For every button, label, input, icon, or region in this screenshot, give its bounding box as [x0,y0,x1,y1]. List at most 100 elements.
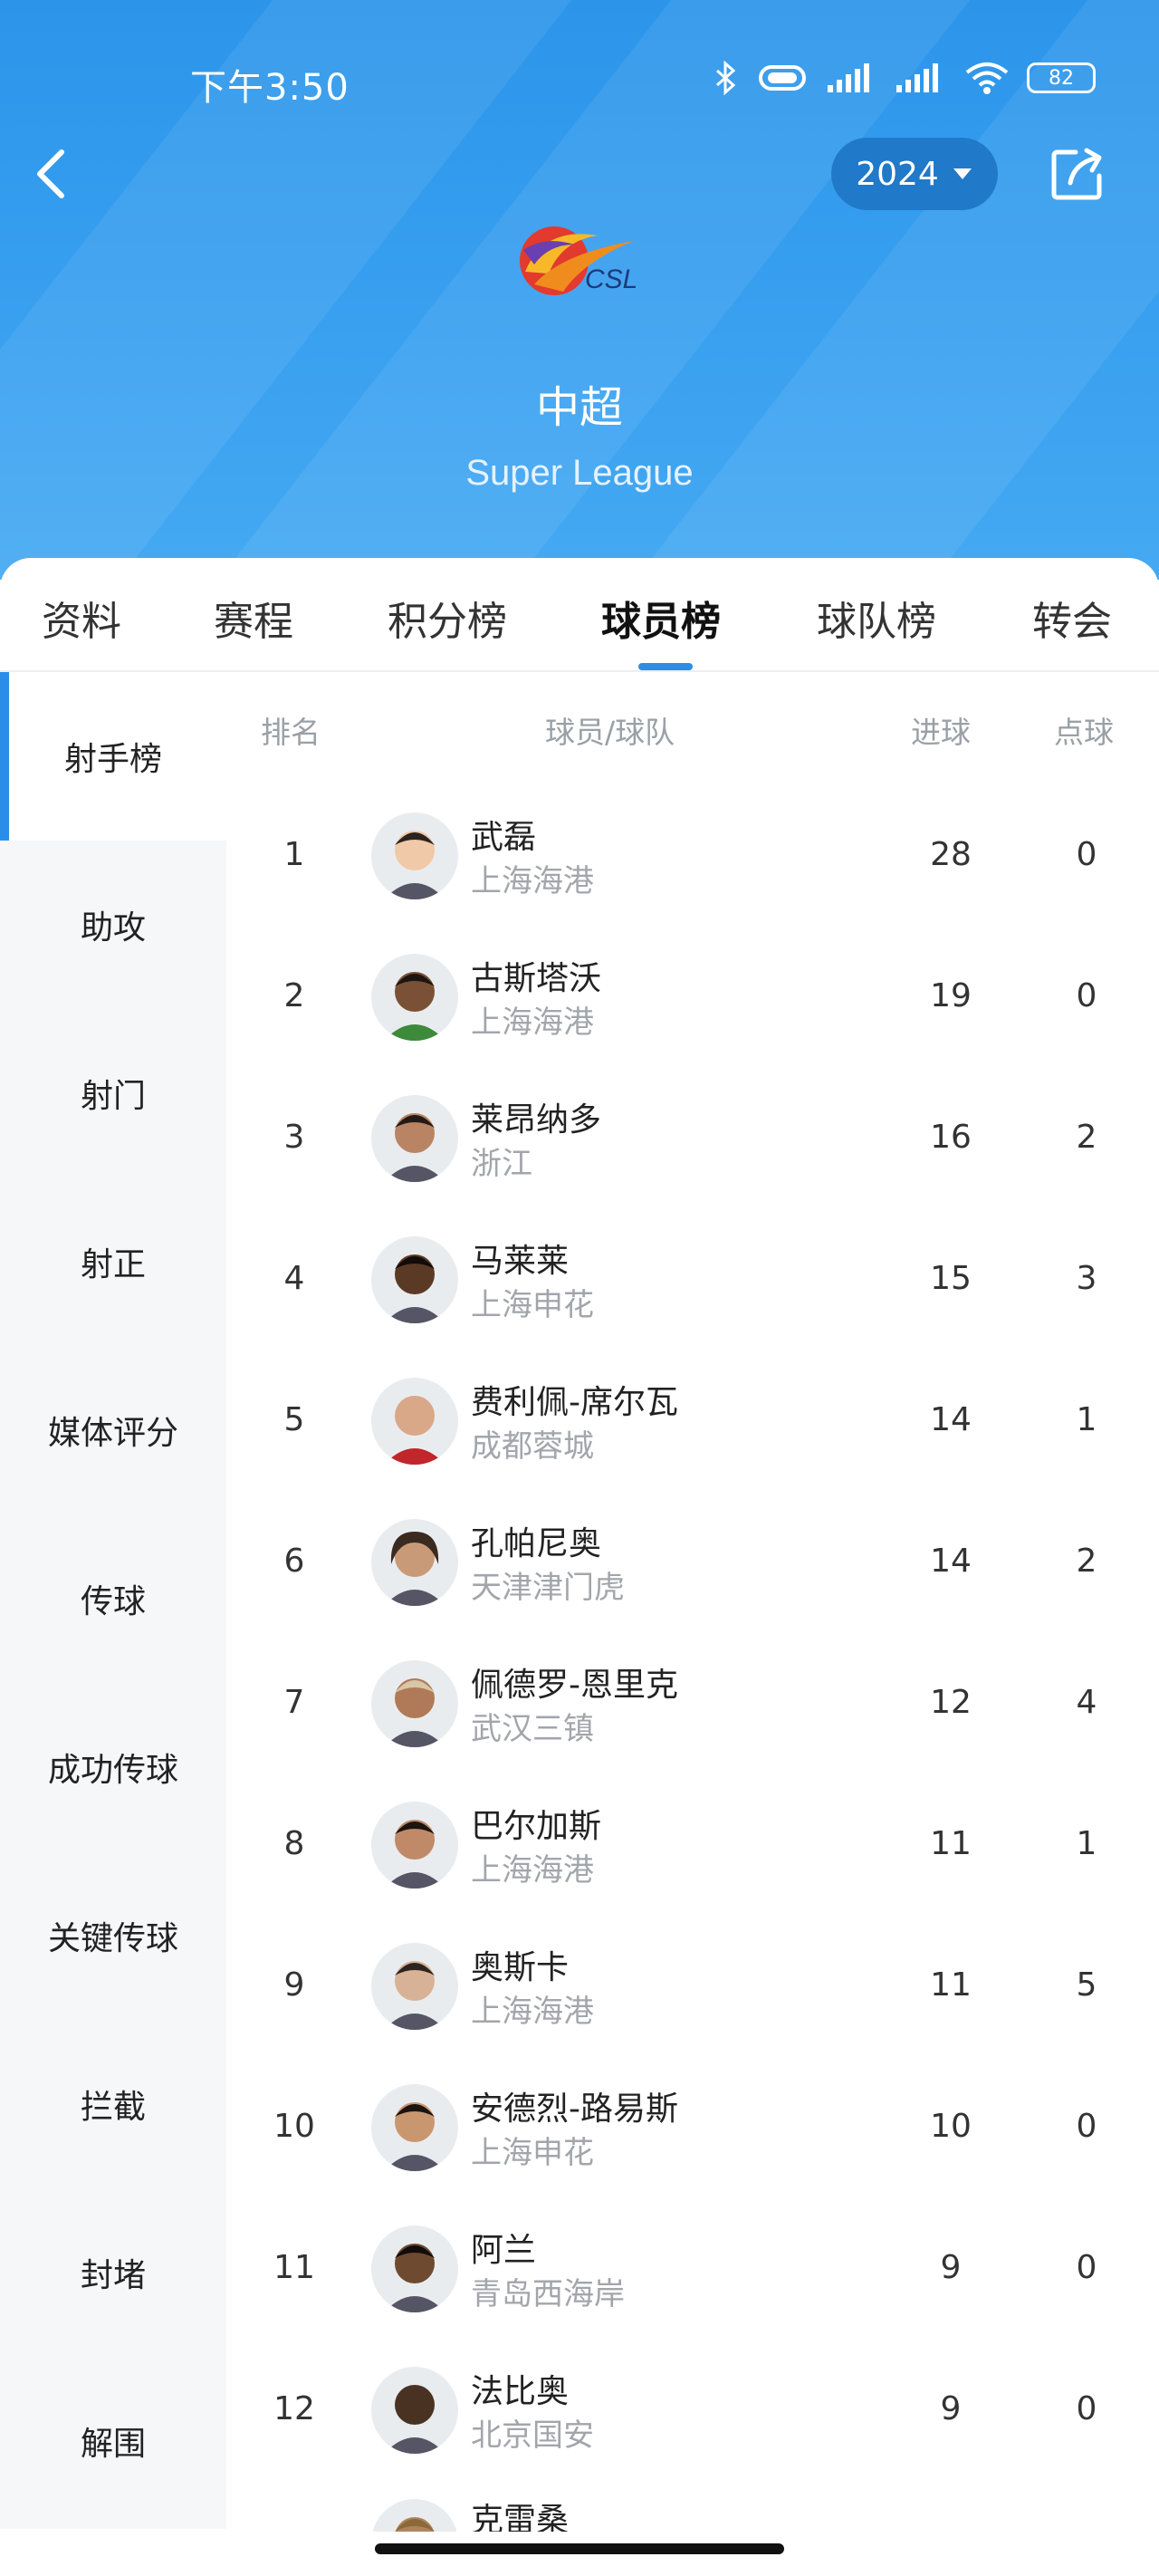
player-name: 武磊 [471,819,537,856]
table-row[interactable]: 克雷桑 [226,2481,1159,2532]
sidebar-item-shots-on-target[interactable]: 射正 [0,1177,226,1346]
tab-standings[interactable]: 积分榜 [388,589,507,647]
rank-cell: 12 [273,2390,315,2427]
team-name: 上海申花 [471,1287,594,1323]
tab-team-rankings[interactable]: 球队榜 [817,589,936,647]
goals-cell: 16 [930,1119,972,1156]
goals-cell: 14 [930,1401,972,1438]
penalties-cell: 2 [1076,1119,1097,1156]
player-name: 莱昂纳多 [471,1101,602,1139]
player-avatar [371,2499,458,2532]
sidebar-item-clearances[interactable]: 解围 [0,2357,226,2525]
active-sidebar-marker [0,672,9,841]
signal-icon [828,63,869,92]
rank-cell: 1 [283,836,305,873]
penalties-cell: 0 [1076,2108,1097,2145]
table-row[interactable]: 10 安德烈-路易斯 上海申花 10 0 [226,2057,1159,2198]
rank-cell: 2 [283,977,305,1014]
table-row[interactable]: 5 费利佩-席尔瓦 成都蓉城 14 1 [226,1350,1159,1492]
rank-cell: 6 [283,1543,305,1580]
goals-cell: 10 [930,2108,972,2145]
player-name: 阿兰 [471,2232,537,2269]
penalties-cell: 0 [1076,2390,1097,2427]
sidebar-item-assists[interactable]: 助攻 [0,841,226,1009]
table-row[interactable]: 1 武磊 上海海港 28 0 [226,785,1159,927]
vibrate-icon [759,65,806,91]
share-icon[interactable] [1049,145,1106,203]
player-name: 古斯塔沃 [471,960,602,997]
tab-info[interactable]: 资料 [42,589,121,647]
team-name: 上海海港 [471,863,594,899]
team-name: 北京国安 [471,2417,594,2454]
table-row[interactable]: 12 法比奥 北京国安 9 0 [226,2340,1159,2481]
column-header-player-team: 球员/球队 [545,715,675,750]
tab-transfers[interactable]: 转会 [1032,589,1112,647]
player-avatar [371,2084,458,2171]
player-avatar [371,1943,458,2030]
player-avatar [371,1519,458,1606]
team-name: 武汉三镇 [471,1711,594,1747]
table-row[interactable]: 7 佩德罗-恩里克 武汉三镇 12 4 [226,1633,1159,1774]
table-row[interactable]: 3 莱昂纳多 浙江 16 2 [226,1068,1159,1209]
goals-cell: 15 [930,1260,972,1297]
rank-cell: 5 [283,1401,305,1438]
sidebar-item-interceptions[interactable]: 拦截 [0,2020,226,2188]
table-row[interactable]: 6 孔帕尼奥 天津津门虎 14 2 [226,1492,1159,1633]
table-row[interactable]: 9 奥斯卡 上海海港 11 5 [226,1916,1159,2057]
battery-indicator: 82 [1027,62,1096,93]
back-button[interactable] [31,145,71,203]
season-year: 2024 [856,155,939,193]
tab-schedule[interactable]: 赛程 [214,589,293,647]
player-avatar [371,1802,458,1889]
sidebar-item-blocks[interactable]: 封堵 [0,2188,226,2357]
sidebar-item-successful-passes[interactable]: 成功传球 [0,1683,226,1851]
player-name: 法比奥 [471,2373,570,2410]
sidebar-item-label: 媒体评分 [47,1415,178,1452]
player-avatar [371,1378,458,1465]
team-name: 成都蓉城 [471,1428,594,1465]
rank-cell: 3 [283,1119,305,1156]
penalties-cell: 1 [1076,1825,1097,1862]
player-avatar [371,2225,458,2312]
tab-player-rankings[interactable]: 球员榜 [601,589,721,647]
player-avatar [371,1095,458,1182]
league-title-cn: 中超 [535,382,623,433]
sidebar-item-label: 拦截 [80,2089,146,2126]
sidebar-item-top-scorers[interactable]: 射手榜 [0,672,226,841]
league-tab-bar: 资料 赛程 积分榜 球员榜 球队榜 转会 [0,558,1159,672]
sidebar-item-label: 封堵 [80,2257,146,2294]
player-avatar [371,1236,458,1323]
league-header: 下午3:50 82 2024 CSL 中超 Super League [0,0,1159,580]
goals-cell: 28 [930,836,972,873]
player-name: 马莱莱 [471,1243,570,1280]
bluetooth-icon [716,60,736,96]
table-row[interactable]: 4 马莱莱 上海申花 15 3 [226,1209,1159,1350]
player-name: 安德烈-路易斯 [471,2091,678,2128]
battery-level: 82 [1049,66,1074,90]
player-name: 佩德罗-恩里克 [471,1667,678,1704]
player-name: 巴尔加斯 [471,1808,602,1845]
sidebar-item-media-rating[interactable]: 媒体评分 [0,1346,226,1514]
goals-cell: 9 [940,2390,962,2427]
status-icons: 82 [714,60,1096,96]
season-selector[interactable]: 2024 [831,138,998,210]
goals-cell: 14 [930,1543,972,1580]
penalties-cell: 3 [1076,1260,1097,1297]
penalties-cell: 1 [1076,1401,1097,1438]
rank-cell: 11 [273,2249,315,2286]
penalties-cell: 4 [1076,1684,1097,1721]
sidebar-item-passes[interactable]: 传球 [0,1514,226,1683]
table-row[interactable]: 8 巴尔加斯 上海海港 11 1 [226,1774,1159,1916]
player-avatar [371,954,458,1041]
table-row[interactable]: 11 阿兰 青岛西海岸 9 0 [226,2198,1159,2340]
home-indicator[interactable] [375,2543,784,2554]
column-header-goals: 进球 [911,715,971,750]
goals-cell: 19 [930,977,972,1014]
sidebar-item-label: 成功传球 [47,1752,178,1789]
table-row[interactable]: 2 古斯塔沃 上海海港 19 0 [226,927,1159,1068]
sidebar-item-key-passes[interactable]: 关键传球 [0,1851,226,2020]
goals-cell: 11 [930,1966,972,2004]
player-name: 奥斯卡 [471,1949,570,1986]
avatar-shoulders [384,883,445,899]
sidebar-item-shots[interactable]: 射门 [0,1009,226,1177]
